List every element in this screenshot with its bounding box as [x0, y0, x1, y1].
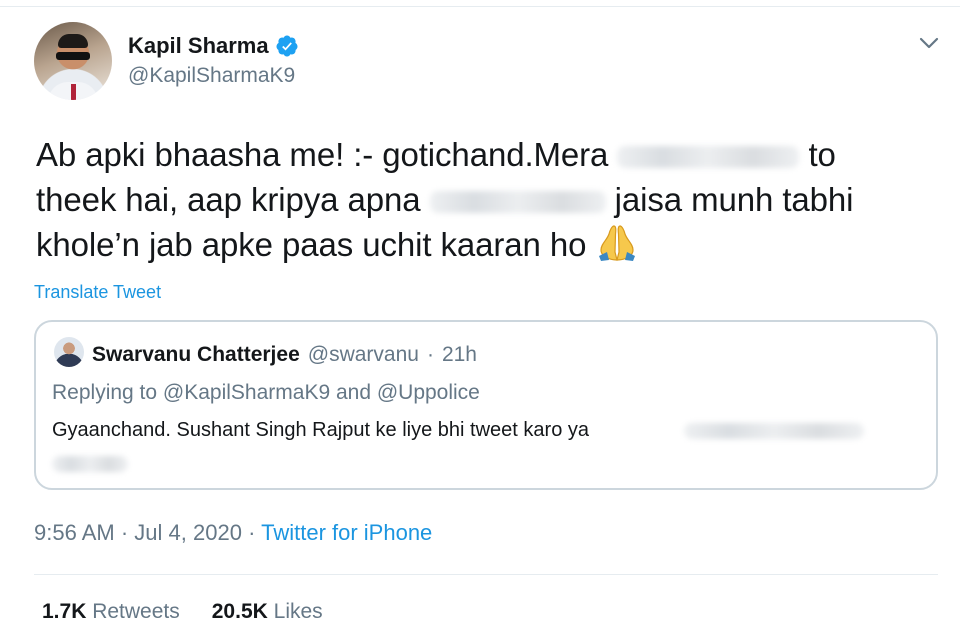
author-name-row[interactable]: Kapil Sharma [128, 33, 299, 59]
tweet-line-2-text: theek hai, aap kripya apna [36, 181, 421, 218]
redacted-word [617, 146, 800, 169]
top-border [0, 0, 960, 7]
tweet-line-1: Ab apki bhaasha me! :- gotichand.Mera to [36, 132, 936, 177]
redacted-text [52, 456, 128, 472]
tweet-body: Ab apki bhaasha me! :- gotichand.Mera to… [36, 132, 936, 267]
engagement-stats: 1.7K Retweets 20.5K Likes [42, 600, 323, 624]
likes-label: Likes [273, 600, 323, 623]
retweets-stat[interactable]: 1.7K Retweets [42, 600, 180, 624]
tweet-timestamp: 9:56 AM · Jul 4, 2020 · Twitter for iPho… [34, 520, 432, 546]
quoted-tweet-header: Swarvanu Chatterjee @swarvanu · 21h [92, 343, 477, 367]
retweets-label: Retweets [92, 600, 180, 623]
quoted-tweet-card[interactable]: Swarvanu Chatterjee @swarvanu · 21h Repl… [34, 320, 938, 490]
dot-separator: · [248, 520, 262, 545]
retweets-count: 1.7K [42, 600, 87, 623]
tweet-line-1-end: to [808, 136, 836, 173]
quoted-replying-to: Replying to @KapilSharmaK9 and @Uppolice [52, 381, 480, 404]
author-avatar[interactable] [34, 22, 112, 100]
tweet-line-3: khole’n jab apke paas uchit kaaran ho [36, 222, 936, 267]
tweet-line-3-text: khole’n jab apke paas uchit kaaran ho [36, 226, 587, 263]
tweet-time[interactable]: 9:56 AM [34, 520, 115, 545]
quoted-author-name[interactable]: Swarvanu Chatterjee [92, 343, 300, 367]
chevron-down-icon[interactable] [918, 36, 940, 50]
author-handle[interactable]: @KapilSharmaK9 [128, 64, 295, 88]
translate-tweet-link[interactable]: Translate Tweet [34, 282, 161, 303]
dot-separator: · [120, 520, 135, 545]
likes-count: 20.5K [211, 600, 268, 623]
quoted-tweet-text: Gyaanchand. Sushant Singh Rajput ke liye… [52, 419, 589, 441]
author-name[interactable]: Kapil Sharma [128, 33, 269, 59]
divider [34, 574, 938, 575]
avatar-hair [58, 34, 88, 48]
quoted-author-avatar[interactable] [54, 337, 84, 367]
redacted-word [429, 191, 606, 214]
folded-hands-emoji [599, 225, 636, 261]
avatar-tie [71, 84, 76, 100]
avatar-sunglasses [56, 52, 90, 60]
tweet-date[interactable]: Jul 4, 2020 [134, 520, 242, 545]
quoted-tweet-age[interactable]: 21h [442, 343, 477, 367]
tweet-line-1-text: Ab apki bhaasha me! :- gotichand.Mera [36, 136, 609, 173]
quoted-dot-separator: · [426, 343, 434, 366]
redacted-text [684, 423, 864, 439]
verified-badge-icon [276, 35, 298, 57]
likes-stat[interactable]: 20.5K Likes [212, 600, 323, 624]
tweet-line-2: theek hai, aap kripya apna jaisa munh ta… [36, 177, 936, 222]
tweet-source-link[interactable]: Twitter for iPhone [261, 520, 432, 545]
tweet-line-2-end: jaisa munh tabhi [614, 181, 854, 218]
quoted-author-handle[interactable]: @swarvanu [308, 343, 419, 367]
